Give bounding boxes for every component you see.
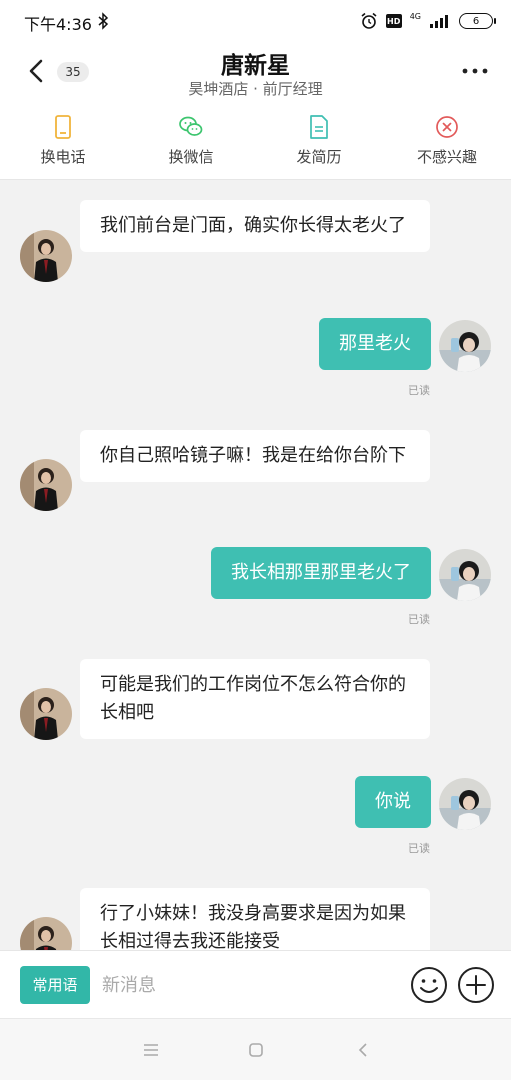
user-avatar-image — [439, 320, 491, 372]
message-input-bar: 常用语 — [0, 950, 511, 1018]
menu-icon[interactable] — [142, 1041, 160, 1059]
read-receipt: 已读 — [408, 384, 430, 397]
chat-header: 35 唐新星 昊坤酒店 · 前厅经理 — [0, 42, 511, 104]
message-input[interactable] — [102, 966, 392, 1004]
status-time: 下午4:36 — [24, 15, 92, 34]
read-receipt: 已读 — [408, 842, 430, 855]
read-receipt: 已读 — [408, 613, 430, 626]
contact-avatar[interactable] — [20, 459, 72, 511]
not-interested-icon — [436, 116, 458, 138]
contact-avatar-image — [20, 230, 72, 282]
wechat-icon — [179, 116, 203, 136]
contact-avatar[interactable] — [20, 230, 72, 282]
status-bar: 下午4:36 HD 4G 6 — [0, 0, 511, 42]
chat-messages[interactable]: 我们前台是门面，确实你长得太老火了 那里老火 已读 你自己照哈镜子嘛！我是在给你… — [0, 180, 511, 950]
not-interested-label: 不感兴趣 — [416, 148, 477, 166]
send-resume-button[interactable]: 发简历 — [264, 114, 374, 167]
signal-icon — [430, 15, 448, 28]
nav-back-icon[interactable] — [354, 1041, 372, 1059]
message-bubble-incoming: 行了小妹妹！我没身高要求是因为如果长相过得去我还能接受 — [80, 888, 430, 950]
status-icons: HD 4G 6 — [360, 10, 496, 32]
exchange-phone-button[interactable]: 换电话 — [8, 114, 118, 167]
contact-avatar-image — [20, 688, 72, 740]
common-phrases-button[interactable]: 常用语 — [20, 966, 90, 1004]
contact-avatar-image — [20, 459, 72, 511]
send-resume-label: 发简历 — [296, 148, 342, 166]
message-bubble-incoming: 我们前台是门面，确实你长得太老火了 — [80, 200, 430, 252]
more-options-icon[interactable] — [461, 62, 489, 80]
not-interested-button[interactable]: 不感兴趣 — [392, 114, 502, 167]
battery-icon: 6 — [459, 13, 496, 29]
message-bubble-outgoing: 那里老火 — [319, 318, 431, 370]
message-bubble-incoming: 你自己照哈镜子嘛！我是在给你台阶下 — [80, 430, 430, 482]
contact-avatar[interactable] — [20, 688, 72, 740]
phone-icon — [55, 115, 71, 139]
user-avatar[interactable] — [439, 320, 491, 372]
user-avatar-image — [439, 549, 491, 601]
alarm-icon — [361, 12, 377, 29]
contact-subtitle: 昊坤酒店 · 前厅经理 — [188, 80, 323, 98]
user-avatar[interactable] — [439, 778, 491, 830]
message-bubble-incoming: 可能是我们的工作岗位不怎么符合你的长相吧 — [80, 659, 430, 739]
hd-icon: HD — [385, 14, 402, 28]
action-bar: 换电话 换微信 发简历 不感兴趣 — [0, 104, 511, 180]
emoji-icon[interactable] — [410, 966, 448, 1004]
network-label: 4G — [409, 12, 421, 21]
user-avatar-image — [439, 778, 491, 830]
user-avatar[interactable] — [439, 549, 491, 601]
exchange-wechat-button[interactable]: 换微信 — [136, 114, 246, 167]
contact-name: 唐新星 — [221, 53, 290, 79]
home-icon[interactable] — [247, 1041, 265, 1059]
plus-icon[interactable] — [457, 966, 495, 1004]
exchange-phone-label: 换电话 — [40, 148, 86, 166]
message-bubble-outgoing: 我长相那里那里老火了 — [211, 547, 431, 599]
exchange-wechat-label: 换微信 — [168, 148, 214, 166]
system-nav-bar — [0, 1018, 511, 1080]
battery-level: 6 — [472, 15, 480, 27]
bluetooth-icon — [98, 12, 109, 30]
contact-avatar[interactable] — [20, 917, 72, 950]
resume-icon — [310, 115, 328, 139]
contact-avatar-image — [20, 917, 72, 950]
message-bubble-outgoing: 你说 — [355, 776, 431, 828]
